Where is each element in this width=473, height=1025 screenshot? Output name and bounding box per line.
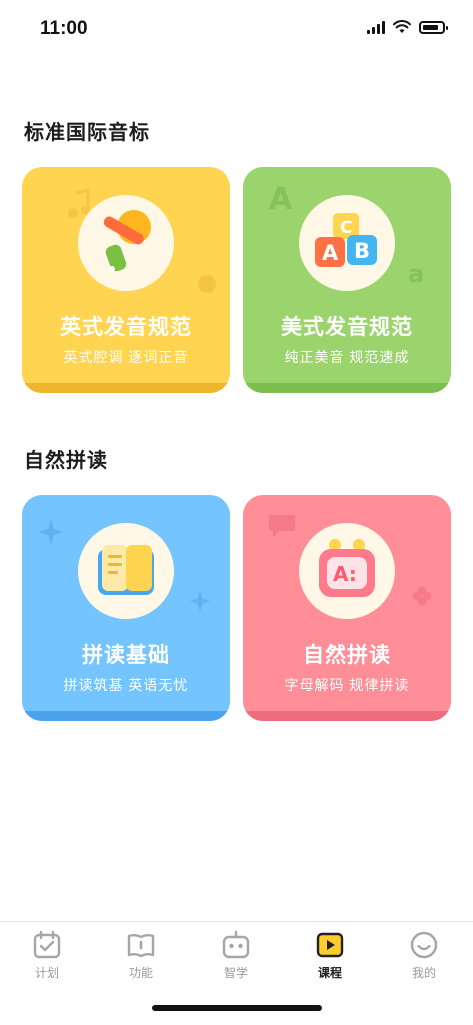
- tab-label: 功能: [128, 966, 153, 980]
- tab-label: 我的: [411, 966, 436, 980]
- book-icon: [127, 934, 155, 958]
- status-icons: [367, 20, 448, 34]
- svg-text:A: A: [322, 241, 339, 265]
- card-american-pronunciation[interactable]: A a C A B 美式发音规范 纯正美音 规范速成: [243, 167, 451, 393]
- card-title: 英式发音规范: [60, 316, 192, 339]
- play-icon: [316, 932, 344, 958]
- signal-icon: [367, 20, 385, 34]
- robot-icon: [222, 930, 250, 959]
- status-time: 11:00: [40, 18, 88, 39]
- svg-text:A:: A:: [333, 562, 357, 586]
- card-subtitle: 字母解码 规律拼读: [284, 677, 410, 693]
- tab-label: 智学: [223, 966, 248, 980]
- home-indicator: [152, 1005, 322, 1011]
- card-phonics-basics[interactable]: 拼读基础 拼读筑基 英语无忧: [22, 495, 230, 721]
- section-title-phonics: 自然拼读: [24, 450, 108, 472]
- calendar-check-icon: [33, 930, 61, 959]
- tab-label: 计划: [34, 966, 59, 980]
- letter-a-decoration: a: [408, 260, 424, 287]
- svg-text:C: C: [340, 218, 352, 238]
- star-decoration: [38, 519, 64, 545]
- tab-label: 课程: [317, 966, 342, 980]
- svg-text:A: A: [269, 182, 293, 215]
- card-natural-phonics[interactable]: A: 自然拼读 字母解码 规律拼读: [243, 495, 451, 721]
- status-bar: 11:00: [0, 0, 473, 60]
- wifi-icon: [393, 20, 411, 33]
- card-subtitle: 纯正美音 规范速成: [284, 349, 410, 365]
- tab-me[interactable]: 我的: [394, 930, 454, 981]
- svg-text:a: a: [408, 260, 424, 287]
- british-horn-icon: [103, 210, 151, 272]
- letter-tv-icon: A:: [319, 539, 375, 597]
- star-decoration: [189, 590, 211, 612]
- section-title-ipa: 标准国际音标: [24, 122, 150, 144]
- tab-plan[interactable]: 计划: [17, 930, 77, 981]
- tab-courses[interactable]: 课程: [300, 930, 360, 981]
- svg-text:B: B: [354, 239, 370, 263]
- open-book-icon: [98, 545, 154, 595]
- card-british-pronunciation[interactable]: 英式发音规范 英式腔调 逐词正音: [22, 167, 230, 393]
- tab-features[interactable]: 功能: [111, 930, 171, 981]
- card-subtitle: 英式腔调 逐词正音: [63, 349, 189, 365]
- tab-smart-learning[interactable]: 智学: [206, 930, 266, 981]
- letter-a-decoration: A: [269, 182, 293, 215]
- card-title: 拼读基础: [82, 644, 170, 667]
- dot-decoration: [198, 275, 216, 293]
- battery-icon: [419, 20, 448, 34]
- speech-bubble-decoration: [269, 515, 295, 538]
- card-title: 自然拼读: [303, 644, 391, 667]
- smile-icon: [410, 931, 438, 959]
- card-title: 美式发音规范: [281, 316, 413, 339]
- card-subtitle: 拼读筑基 英语无忧: [63, 677, 189, 693]
- flower-decoration: [412, 586, 432, 606]
- abc-blocks-icon: C A B: [315, 213, 377, 267]
